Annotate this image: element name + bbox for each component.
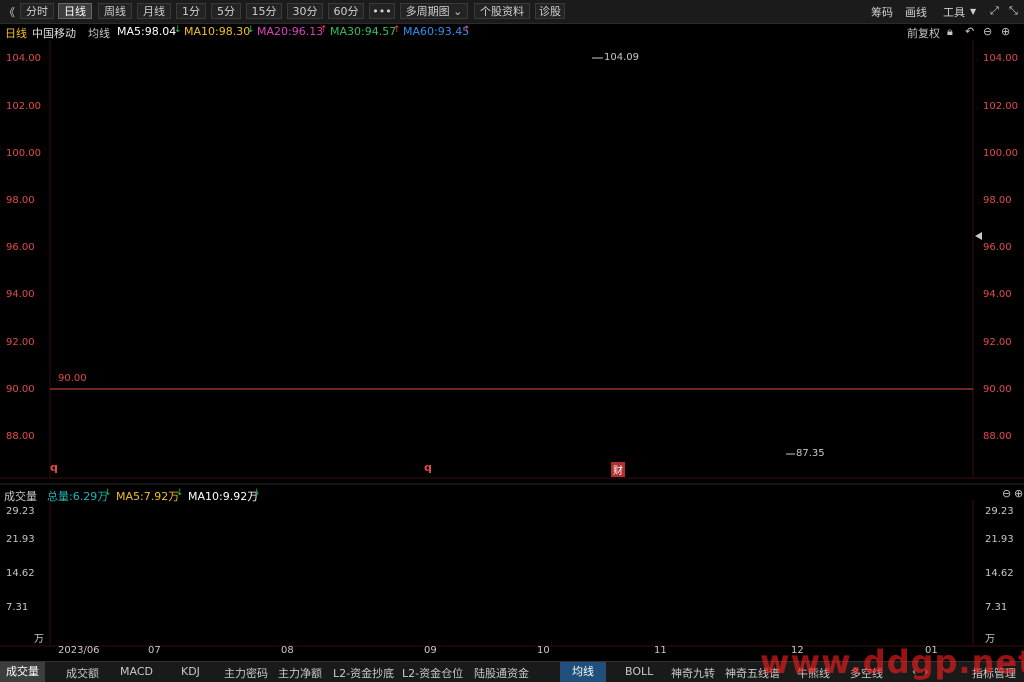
indicator-tab-turnover[interactable]: 成交额 [66, 665, 99, 681]
volume-ma10: MA10:9.92万 [188, 490, 259, 503]
month-label: 10 [537, 645, 550, 656]
indicator-tab-ma[interactable]: 均线 [560, 662, 606, 682]
y-tick-left: 96.00 [6, 242, 35, 253]
y-tick-right: 88.00 [983, 431, 1012, 442]
indicator-tab-volume[interactable]: 成交量 [0, 662, 45, 682]
month-label: 11 [654, 645, 667, 656]
indicator-tab-l2-position[interactable]: L2-资金仓位 [402, 665, 463, 681]
vol-unit-left: 万 [34, 634, 44, 645]
y-tick-left: 100.00 [6, 148, 41, 159]
vol-y-tick-right: 21.93 [985, 534, 1014, 545]
y-tick-left: 102.00 [6, 101, 41, 112]
watermark: www.ddgp.net [760, 643, 1024, 681]
low-label: 87.35 [796, 448, 825, 459]
indicator-tab-boll[interactable]: BOLL [625, 665, 653, 678]
vol-y-tick-left: 7.31 [6, 602, 29, 613]
indicator-tab-main-code[interactable]: 主力密码 [224, 665, 268, 681]
y-tick-right: 92.00 [983, 337, 1012, 348]
indicator-tab-hk-connect[interactable]: 陆股通资金 [474, 665, 529, 681]
month-label: 08 [281, 645, 294, 656]
y-tick-right: 90.00 [983, 384, 1012, 395]
indicator-tab-main-net[interactable]: 主力净额 [278, 665, 322, 681]
y-tick-right: 100.00 [983, 148, 1018, 159]
volume-title[interactable]: 成交量 [4, 488, 37, 504]
vol-y-tick-left: 21.93 [6, 534, 35, 545]
y-tick-right: 98.00 [983, 195, 1012, 206]
y-tick-right: 96.00 [983, 242, 1012, 253]
y-tick-right: 102.00 [983, 101, 1018, 112]
event-marker-q[interactable]: q [424, 461, 432, 474]
volume-ma5-down-icon: ↓ [176, 488, 184, 498]
y-tick-left: 94.00 [6, 289, 35, 300]
indicator-tab-kdj[interactable]: KDJ [181, 665, 200, 678]
vol-y-tick-left: 14.62 [6, 568, 35, 579]
financial-report-marker[interactable]: 财 [611, 462, 625, 477]
indicator-tab-macd[interactable]: MACD [120, 665, 153, 678]
event-marker-q[interactable]: q [50, 461, 58, 474]
y-tick-left: 104.00 [6, 53, 41, 64]
chart-frame [0, 40, 1024, 647]
y-tick-left: 88.00 [6, 431, 35, 442]
ref-label: 90.00 [58, 373, 87, 384]
vol-y-tick-right: 29.23 [985, 506, 1014, 517]
month-label: 2023/06 [58, 645, 100, 656]
high-label: 104.09 [604, 52, 639, 63]
y-tick-left: 92.00 [6, 337, 35, 348]
volume-ma10-down-icon: ↓ [253, 488, 261, 498]
y-tick-left: 90.00 [6, 384, 35, 395]
y-tick-right: 94.00 [983, 289, 1012, 300]
volume-total-down-icon: ↓ [104, 488, 112, 498]
vol-y-tick-right: 14.62 [985, 568, 1014, 579]
indicator-tab-td9[interactable]: 神奇九转 [671, 665, 715, 681]
vol-y-tick-right: 7.31 [985, 602, 1008, 613]
y-tick-left: 98.00 [6, 195, 35, 206]
volume-minus-icon[interactable]: ⊖ [1002, 487, 1011, 500]
current-price-marker [975, 232, 982, 240]
volume-total: 总量:6.29万 [47, 490, 109, 503]
volume-ma5: MA5:7.92万 [116, 490, 180, 503]
indicator-tab-l2-bottom[interactable]: L2-资金抄底 [333, 665, 394, 681]
volume-plus-icon[interactable]: ⊕ [1014, 487, 1023, 500]
vol-y-tick-left: 29.23 [6, 506, 35, 517]
y-tick-right: 104.00 [983, 53, 1018, 64]
month-label: 09 [424, 645, 437, 656]
month-label: 07 [148, 645, 161, 656]
